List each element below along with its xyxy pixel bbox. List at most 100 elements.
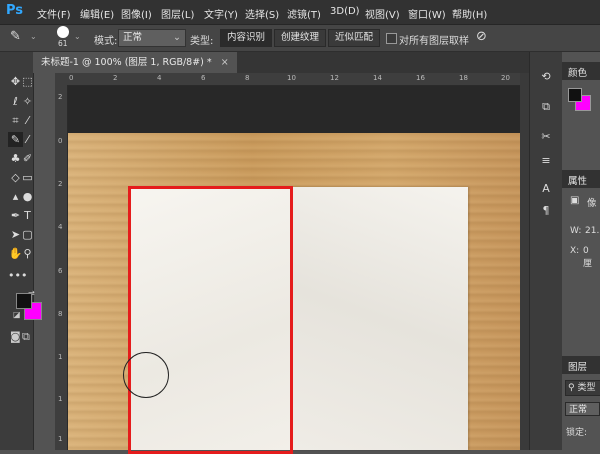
brush-size: 61 [58,39,68,48]
brush-cursor [123,352,169,398]
ruler-top-label: 16 [416,74,425,82]
ruler-top-label: 20 [501,74,510,82]
ruler-left-label: 0 [58,137,63,145]
mode-select[interactable]: 正常 ⌄ [118,29,186,47]
type-proximity-match-button[interactable]: 近似匹配 [328,29,381,47]
pressure-icon[interactable]: ⊘ [476,29,487,44]
layers-filter[interactable]: ⚲ 类型 [565,380,600,396]
brush-tool-icon[interactable]: ⁄ [20,132,35,147]
panel-foreground-swatch[interactable] [568,88,582,102]
brush-settings-icon[interactable]: ✂ [538,130,554,144]
ruler-left-label: 1 [58,435,63,443]
blend-mode-select[interactable]: 正常 [565,402,600,416]
type-content-aware-button[interactable]: 内容识别 [220,29,273,47]
ruler-left-label: 4 [58,223,63,231]
menu-select[interactable]: 选择(S) [245,6,279,21]
ruler-top-label: 4 [157,74,162,82]
horizontal-ruler: 0 2 4 6 8 10 12 14 16 18 20 [55,73,529,86]
panel-dock: ⟲ ⧉ ✂ ≡ A ¶ [529,52,563,450]
search-icon: ⚲ [568,383,575,393]
paragraph-icon[interactable]: ¶ [538,204,554,218]
menu-layer[interactable]: 图层(L) [161,6,194,21]
lock-label: 锁定: [566,428,588,438]
ruler-top-label: 2 [113,74,118,82]
character-icon[interactable]: A [538,182,554,196]
options-bar: ✎ ⌄ 61 ⌄ 模式: 正常 ⌄ 类型: 内容识别 创建纹理 近似匹配 对所有… [0,25,600,52]
ruler-top-label: 10 [287,74,296,82]
properties-type: 像 [587,198,597,209]
shape-tool-icon[interactable]: ▢ [20,227,35,242]
dodge-tool-icon[interactable]: ● [20,189,35,204]
menu-filter[interactable]: 滤镜(T) [287,6,321,21]
history-brush-tool-icon[interactable]: ✐ [20,151,35,166]
quick-mask-icon[interactable]: ◙ [10,330,21,343]
color-panel-title: 颜色 [568,68,588,79]
canvas-pasteboard [68,86,529,133]
document-tabs: 未标题-1 @ 100% (图层 1, RGB/8#) * × [33,52,529,73]
ruler-left-label: 2 [58,180,63,188]
menu-help[interactable]: 帮助(H) [452,6,487,21]
brush-chevron-icon[interactable]: ⌄ [74,32,81,41]
sample-all-checkbox[interactable] [386,33,397,44]
default-colors-icon[interactable]: ◪ [13,310,21,319]
ruler-top-label: 6 [201,74,206,82]
ruler-top-label: 0 [69,74,74,82]
screen-mode-icon[interactable]: ⧉ [22,330,30,344]
menu-type[interactable]: 文字(Y) [204,6,238,21]
vertical-ruler: 2 0 2 4 6 8 1 1 1 [55,85,68,450]
menu-view[interactable]: 视图(V) [365,6,400,21]
more-tools-icon[interactable]: ••• [8,268,27,283]
menu-bar: Ps 文件(F) 编辑(E) 图像(I) 图层(L) 文字(Y) 选择(S) 滤… [0,0,600,25]
zoom-tool-icon[interactable]: ⚲ [20,246,35,261]
photoshop-logo: Ps [6,3,24,18]
menu-edit[interactable]: 编辑(E) [80,6,114,21]
ruler-left-label: 2 [58,93,63,101]
properties-panel-title: 属性 [568,176,588,187]
foreground-color-swatch[interactable] [16,293,32,309]
mode-label: 模式: [94,36,118,47]
menu-3d[interactable]: 3D(D) [330,6,360,17]
ruler-top-label: 8 [245,74,250,82]
gradient-tool-icon[interactable]: ▭ [20,170,35,185]
history-icon[interactable]: ⟲ [538,70,554,84]
magic-wand-tool-icon[interactable]: ✧ [20,94,35,109]
document-tab-title: 未标题-1 @ 100% (图层 1, RGB/8#) * [41,57,212,68]
paper-right-image[interactable] [292,187,468,450]
x-value: 0 厘 [583,246,593,269]
sample-all-label: 对所有图层取样 [399,36,469,47]
ruler-left-label: 8 [58,310,63,318]
menu-file[interactable]: 文件(F) [37,6,71,21]
adjust-icon[interactable]: ≡ [538,154,554,168]
marquee-tool-icon[interactable]: ⬚ [20,74,35,89]
ruler-left-label: 1 [58,395,63,403]
color-panel-header[interactable]: 颜色 [562,62,600,80]
layers-panel-header[interactable]: 图层 [562,356,600,374]
width-value: 21. [585,226,600,236]
ruler-top-label: 18 [459,74,468,82]
healing-brush-icon[interactable]: ✎ [10,29,21,44]
menu-image[interactable]: 图像(I) [121,6,152,21]
layers-panel-title: 图层 [568,362,588,373]
type-tool-icon[interactable]: T [20,208,35,223]
layers-filter-label: 类型 [577,383,596,393]
ruler-top-label: 14 [373,74,382,82]
width-label: W: [570,226,582,236]
selection-highlight [128,186,293,454]
tools-panel: ✥ ℓ ⌗ ✎ ♣ ◇ ▴ ✒ ➤ ✋ ••• ⬚ ✧ ⁄ ⁄ ✐ ▭ ● T … [0,52,42,450]
layer-comps-icon[interactable]: ⧉ [538,100,554,114]
document-tab[interactable]: 未标题-1 @ 100% (图层 1, RGB/8#) * × [33,52,237,73]
blend-mode-value: 正常 [569,405,588,415]
type-create-texture-button[interactable]: 创建纹理 [274,29,327,47]
ruler-left-label: 6 [58,267,63,275]
vertical-scrollbar[interactable] [520,73,529,450]
brush-preview-icon[interactable] [57,26,69,38]
mode-value: 正常 [123,32,143,43]
eyedropper-tool-icon[interactable]: ⁄ [20,113,35,128]
properties-panel-header[interactable]: 属性 [562,170,600,188]
mode-chevron-icon: ⌄ [173,32,181,43]
menu-window[interactable]: 窗口(W) [408,6,446,21]
close-tab-icon[interactable]: × [221,57,229,68]
type-label: 类型: [190,36,214,47]
chevron-down-icon[interactable]: ⌄ [30,32,37,41]
ruler-top-label: 12 [330,74,339,82]
